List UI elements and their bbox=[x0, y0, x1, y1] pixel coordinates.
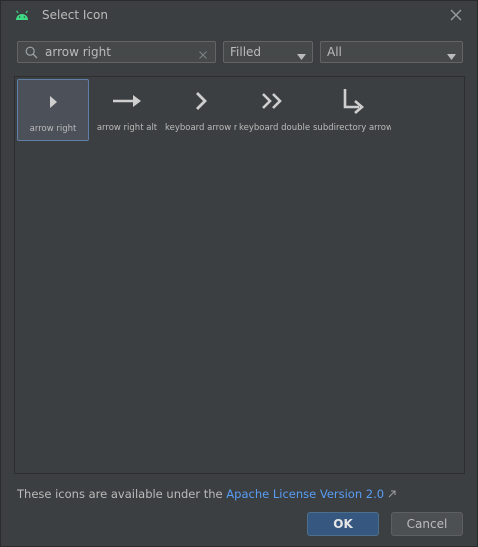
ok-button[interactable]: OK bbox=[307, 512, 379, 536]
icon-label: arrow right alt bbox=[96, 123, 158, 133]
icon-style-value: Filled bbox=[230, 45, 262, 59]
icon-cell-subdirectory-arrow-right[interactable]: subdirectory arrow bbox=[313, 79, 391, 141]
icon-cell-arrow-right[interactable]: arrow right bbox=[17, 79, 89, 141]
icon-cell-keyboard-double-arrow-right[interactable]: keyboard double a bbox=[239, 79, 311, 141]
icon-label: subdirectory arrow bbox=[313, 123, 391, 133]
subdirectory-arrow-right-icon bbox=[313, 87, 391, 115]
search-input[interactable] bbox=[45, 43, 195, 61]
icon-cell-keyboard-arrow-right[interactable]: keyboard arrow rig bbox=[165, 79, 237, 141]
dialog-title: Select Icon bbox=[42, 8, 108, 22]
android-icon bbox=[15, 10, 29, 22]
search-icon bbox=[25, 46, 38, 59]
arrow-right-icon bbox=[18, 88, 88, 116]
keyboard-arrow-right-icon bbox=[165, 87, 237, 115]
external-link-icon bbox=[388, 487, 396, 498]
license-prefix: These icons are available under the bbox=[17, 487, 227, 501]
keyboard-double-arrow-right-icon bbox=[239, 87, 311, 115]
cancel-button[interactable]: Cancel bbox=[391, 512, 463, 536]
icon-style-select[interactable]: Filled bbox=[223, 41, 313, 63]
license-link[interactable]: Apache License Version 2.0 bbox=[226, 487, 384, 501]
license-notice: These icons are available under the Apac… bbox=[17, 487, 396, 501]
icon-category-select[interactable]: All bbox=[320, 41, 463, 63]
icon-label: arrow right bbox=[29, 124, 77, 134]
clear-search-icon[interactable] bbox=[199, 48, 207, 59]
chevron-down-icon bbox=[297, 49, 306, 60]
search-field[interactable] bbox=[17, 41, 216, 63]
icon-grid: arrow right arrow right alt keyboard arr… bbox=[14, 76, 465, 474]
title-bar: Select Icon bbox=[1, 1, 477, 31]
select-icon-dialog: Select Icon Filled All bbox=[0, 0, 478, 547]
icon-label: keyboard double a bbox=[239, 123, 311, 133]
icon-cell-arrow-right-alt[interactable]: arrow right alt bbox=[91, 79, 163, 141]
icon-label: keyboard arrow rig bbox=[165, 123, 237, 133]
icon-category-value: All bbox=[327, 45, 342, 59]
close-icon[interactable] bbox=[449, 8, 463, 22]
chevron-down-icon bbox=[447, 49, 456, 60]
arrow-right-alt-icon bbox=[91, 87, 163, 115]
